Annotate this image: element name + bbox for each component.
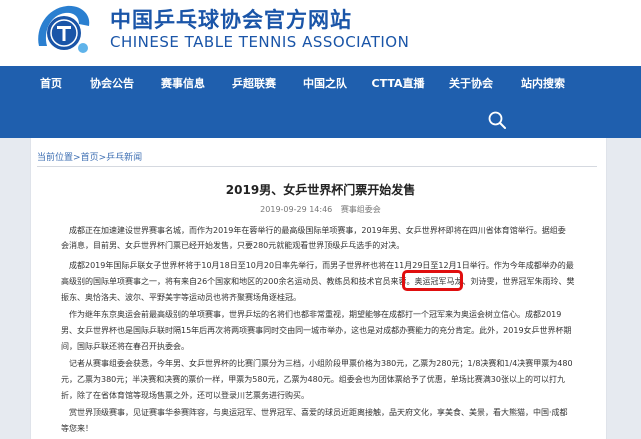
breadcrumb-news-link[interactable]: 乒乓新闻 xyxy=(106,153,142,163)
breadcrumb-current-location: 当前位置 xyxy=(37,153,74,163)
breadcrumb-divider xyxy=(37,166,597,167)
article-line: 成都2019年国际乒联女子世界杯将于10月18日至10月20日率先举行，而男子世… xyxy=(69,261,574,270)
breadcrumb-home-link[interactable]: 首页 xyxy=(81,153,99,163)
search-icon[interactable] xyxy=(487,110,507,130)
article-line: 会消息，目前男、女乒世界杯门票已经开始发售，只要280元就能观看世界顶级乒乓选手… xyxy=(61,241,405,250)
search-bar xyxy=(0,102,641,138)
article-line: 成都正在加速建设世界赛事名城，而作为2019年在蓉举行的最高级国际单项赛事，20… xyxy=(69,226,566,235)
article-date: 2019-09-29 14:46 xyxy=(260,205,333,214)
breadcrumb-separator: > xyxy=(98,153,107,163)
article-line: 元，乙票为380元；半决赛和决赛的票价一样，甲票为580元，乙票为480元。组委… xyxy=(61,375,565,384)
article-line: 作为继年东京奥运会前最高级别的单项赛事，世界乒坛的名将们也都非常重视，期望能够在… xyxy=(69,310,562,319)
article-line: 振东、奥恰洛夫、波尔、平野美宇等运动员也将齐聚赛场角逐桂冠。 xyxy=(61,293,301,302)
article-line: 男、女乒世界杯也是国际乒联时隔15年后再次将两项赛事同时交由同一城市举办，这也是… xyxy=(61,326,572,335)
nav-item-site-search[interactable]: 站内搜索 xyxy=(515,66,571,102)
nav-item-about[interactable]: 关于协会 xyxy=(443,66,499,102)
article-source: 赛事组委会 xyxy=(340,205,381,214)
article-line: 间，国际乒联还将在春召开执委会。 xyxy=(61,342,189,351)
highlight-annotation xyxy=(402,270,463,291)
breadcrumb-separator: > xyxy=(73,153,81,163)
article-title: 2019男、女乒世界杯门票开始发售 xyxy=(225,183,416,197)
article-line: 等您来！ xyxy=(61,424,93,433)
article-line: 记者从赛事组委会获悉，今年男、女乒世界杯的比赛门票分为三档，小组阶段甲票价格为3… xyxy=(69,359,573,368)
nav-item-home[interactable]: 首页 xyxy=(33,66,69,102)
site-title: 中国乒乓球协会官方网站 xyxy=(110,8,352,32)
nav-item-event-info[interactable]: 赛事信息 xyxy=(155,66,211,102)
nav-item-super-league[interactable]: 乒超联赛 xyxy=(226,66,282,102)
nav-item-national-team[interactable]: 中国之队 xyxy=(297,66,353,102)
article-line: 折，除了在省体育馆等现场售票之外，还可以登录川艺票务进行购买。 xyxy=(61,391,309,400)
nav-item-announcements[interactable]: 协会公告 xyxy=(84,66,140,102)
main-nav: 首页 协会公告 赛事信息 乒超联赛 中国之队 CTTA直播 关于协会 站内搜索 xyxy=(0,66,641,102)
ctta-logo-icon[interactable] xyxy=(31,2,94,58)
article-line: 高级别的国际单项赛事之一，将有来自26个国家和地区的200余名运动员、教练员和技… xyxy=(61,277,575,286)
nav-item-live[interactable]: CTTA直播 xyxy=(366,66,430,102)
article-meta: 2019-09-29 14:46 赛事组委会 xyxy=(0,204,641,215)
site-header: 中国乒乓球协会官方网站 CHINESE TABLE TENNIS ASSOCIA… xyxy=(0,0,641,64)
article-line: 赏世界顶级赛事，见证赛事华参赛阵容，与奥运冠军、世界冠军、喜爱的球员近距离接触，… xyxy=(69,408,568,417)
breadcrumb: 当前位置>首页>乒乓新闻 xyxy=(37,150,142,163)
site-title-english: CHINESE TABLE TENNIS ASSOCIATION xyxy=(110,33,410,51)
